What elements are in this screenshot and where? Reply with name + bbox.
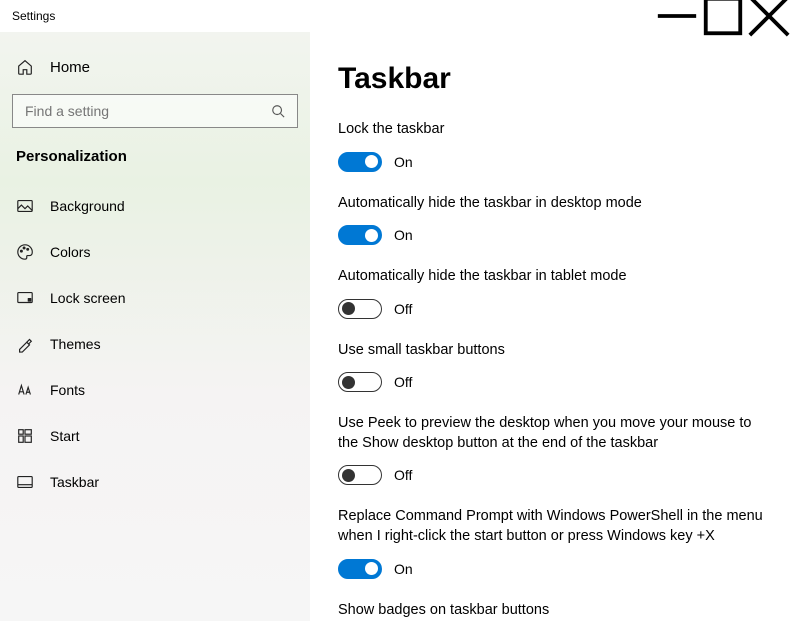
sidebar-item-lock-screen[interactable]: Lock screen (0, 275, 310, 321)
toggle-state-text: Off (394, 301, 412, 317)
setting-row: Replace Command Prompt with Windows Powe… (338, 507, 764, 578)
setting-row: Use small taskbar buttons Off (338, 341, 764, 393)
window-title: Settings (12, 9, 55, 23)
toggle-switch[interactable] (338, 372, 382, 392)
search-box[interactable] (12, 94, 298, 128)
sidebar: Home Personalization Background Colors (0, 32, 310, 621)
sidebar-item-label: Background (50, 198, 125, 214)
setting-row: Automatically hide the taskbar in tablet… (338, 267, 764, 319)
themes-icon (16, 335, 34, 353)
section-title: Personalization (0, 140, 310, 183)
home-nav[interactable]: Home (0, 46, 310, 88)
lock-screen-icon (16, 289, 34, 307)
home-label: Home (50, 59, 90, 76)
setting-row: Show badges on taskbar buttonsOn (338, 601, 764, 621)
setting-label: Automatically hide the taskbar in deskto… (338, 194, 764, 214)
setting-label: Show badges on taskbar buttons (338, 601, 764, 621)
sidebar-item-label: Themes (50, 336, 101, 352)
search-input[interactable] (23, 102, 269, 120)
toggle-switch[interactable] (338, 559, 382, 579)
setting-label: Automatically hide the taskbar in tablet… (338, 267, 764, 287)
sidebar-item-themes[interactable]: Themes (0, 321, 310, 367)
sidebar-item-colors[interactable]: Colors (0, 229, 310, 275)
sidebar-item-start[interactable]: Start (0, 413, 310, 459)
sidebar-item-label: Fonts (50, 382, 85, 398)
toggle-switch[interactable] (338, 152, 382, 172)
setting-label: Replace Command Prompt with Windows Powe… (338, 507, 764, 546)
setting-row: Lock the taskbar On (338, 120, 764, 172)
setting-label: Use Peek to preview the desktop when you… (338, 414, 764, 453)
palette-icon (16, 243, 34, 261)
titlebar: Settings (0, 0, 792, 32)
sidebar-item-label: Start (50, 428, 80, 444)
toggle-state-text: Off (394, 467, 412, 483)
toggle-switch[interactable] (338, 465, 382, 485)
picture-icon (16, 197, 34, 215)
toggle-switch[interactable] (338, 299, 382, 319)
minimize-button[interactable] (654, 0, 700, 32)
toggle-state-text: Off (394, 374, 412, 390)
toggle-switch[interactable] (338, 225, 382, 245)
toggle-state-text: On (394, 227, 413, 243)
search-icon (269, 102, 287, 120)
sidebar-item-label: Lock screen (50, 290, 125, 306)
setting-row: Use Peek to preview the desktop when you… (338, 414, 764, 485)
setting-label: Use small taskbar buttons (338, 341, 764, 361)
start-icon (16, 427, 34, 445)
sidebar-item-background[interactable]: Background (0, 183, 310, 229)
content-pane: Taskbar Lock the taskbar On Automatically … (310, 32, 792, 621)
toggle-state-text: On (394, 154, 413, 170)
maximize-button[interactable] (700, 0, 746, 32)
sidebar-item-label: Colors (50, 244, 90, 260)
sidebar-item-fonts[interactable]: Fonts (0, 367, 310, 413)
sidebar-item-taskbar[interactable]: Taskbar (0, 459, 310, 505)
close-button[interactable] (746, 0, 792, 32)
setting-row: Automatically hide the taskbar in deskto… (338, 194, 764, 246)
sidebar-item-label: Taskbar (50, 474, 99, 490)
taskbar-icon (16, 473, 34, 491)
page-title: Taskbar (338, 62, 764, 96)
home-icon (16, 58, 34, 76)
toggle-state-text: On (394, 561, 413, 577)
setting-label: Lock the taskbar (338, 120, 764, 140)
fonts-icon (16, 381, 34, 399)
